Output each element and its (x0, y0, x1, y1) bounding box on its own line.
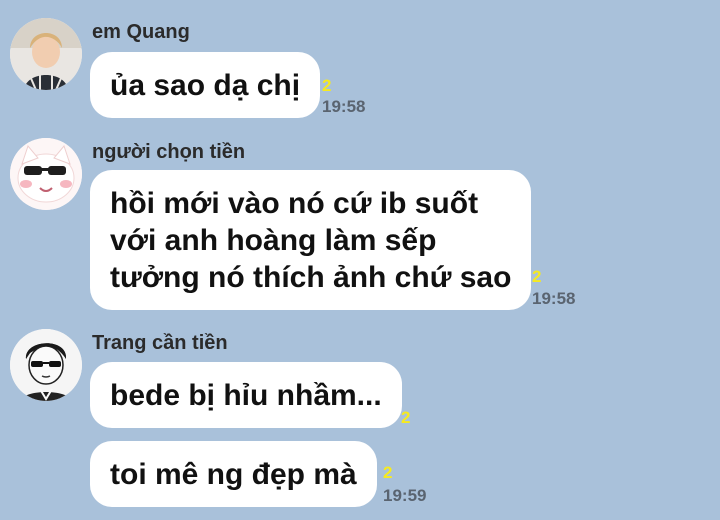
sender-name: em Quang (92, 21, 190, 43)
cat-sunglasses-icon (10, 138, 82, 210)
sender-name: người chọn tiền (92, 141, 246, 163)
unread-count: 2 (401, 408, 411, 427)
message-time: 19:58 (532, 289, 576, 308)
sender-name: Trang cần tiền (92, 332, 228, 354)
message-text: toi mê ng đẹp mà (110, 458, 357, 491)
message-bubble[interactable]: ủa sao dạ chị (90, 52, 321, 118)
avatar-em-quang[interactable] (10, 18, 82, 90)
unread-count: 2 (383, 463, 393, 482)
message-time: 19:58 (322, 97, 366, 116)
message-bubble[interactable]: toi mê ng đẹp mà (90, 441, 377, 507)
manga-character-icon (10, 329, 82, 401)
unread-count: 2 (322, 76, 332, 95)
message-text: tưởng nó thích ảnh chứ sao (110, 261, 512, 294)
message-time: 19:59 (383, 486, 427, 505)
message-text: hồi mới vào nó cứ ib suốt (110, 187, 479, 220)
message-text: ủa sao dạ chị (110, 69, 301, 102)
message-text: bede bị hỉu nhầm... (110, 379, 382, 412)
message-bubble[interactable]: bede bị hỉu nhầm... (90, 362, 402, 428)
avatar-trang-can-tien[interactable] (10, 329, 82, 401)
avatar-nguoi-chon-tien[interactable] (10, 138, 82, 210)
message-bubble[interactable]: hồi mới vào nó cứ ib suốt với anh hoàng … (90, 170, 532, 310)
unread-count: 2 (532, 267, 542, 286)
person-photo-icon (10, 18, 82, 90)
message-text: với anh hoàng làm sếp (110, 224, 437, 257)
